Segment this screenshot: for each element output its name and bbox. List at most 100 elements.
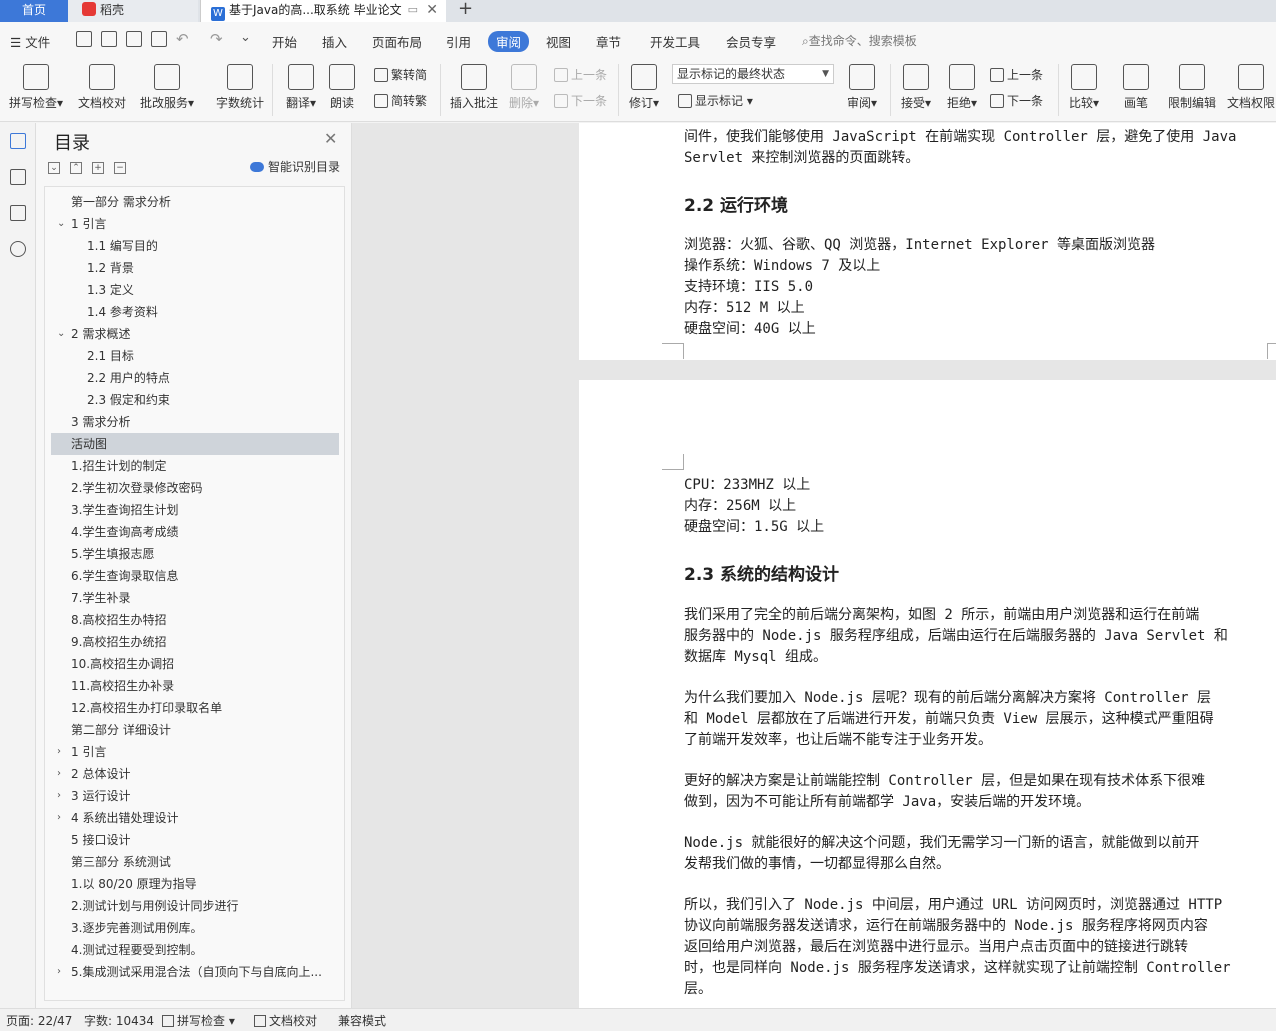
menu-member[interactable]: 会员专享	[726, 32, 776, 51]
toc-item[interactable]: 第一部分 需求分析	[51, 191, 339, 213]
pen-button[interactable]: 画笔	[1120, 62, 1152, 118]
tab-document[interactable]: W 基于Java的高...取系统 毕业论文 ▭ ✕	[200, 0, 446, 22]
toc-item[interactable]: 1.1 编写目的	[51, 235, 339, 257]
save-icon[interactable]	[76, 31, 92, 47]
status-doc-proof[interactable]: 文档校对	[254, 1012, 317, 1029]
close-icon[interactable]: ✕	[324, 129, 337, 148]
toc-item[interactable]: 2.学生初次登录修改密码	[51, 477, 339, 499]
navigation-panel-icon[interactable]	[10, 169, 26, 185]
toc-item[interactable]: › 1 引言	[51, 741, 339, 763]
print-preview-icon[interactable]	[151, 31, 167, 47]
track-changes-button[interactable]: 修订▾	[626, 62, 662, 118]
toc-item[interactable]: 第三部分 系统测试	[51, 851, 339, 873]
toc-item[interactable]: › 3 运行设计	[51, 785, 339, 807]
prev-comment-button[interactable]: 上一条	[554, 66, 607, 83]
chevron-down-icon[interactable]: ⌄	[57, 213, 65, 235]
chevron-right-icon[interactable]: ›	[57, 961, 61, 983]
menu-insert[interactable]: 插入	[322, 32, 347, 51]
markup-status-select[interactable]: 显示标记的最终状态 ▼	[672, 64, 834, 84]
prev-change-button[interactable]: 上一条	[990, 66, 1043, 83]
toc-item[interactable]: 3.学生查询招生计划	[51, 499, 339, 521]
chevron-down-icon[interactable]: ⌄	[57, 323, 65, 345]
tab-home[interactable]: 首页	[0, 0, 68, 22]
redo-icon[interactable]: ↷	[210, 30, 223, 48]
command-search[interactable]: ⌕查找命令、搜索模板	[802, 32, 917, 49]
search-icon[interactable]	[10, 241, 26, 257]
toc-item[interactable]: 2.测试计划与用例设计同步进行	[51, 895, 339, 917]
toc-item[interactable]: 1.3 定义	[51, 279, 339, 301]
monitor-icon[interactable]: ▭	[408, 0, 418, 20]
new-tab-button[interactable]: +	[458, 0, 473, 18]
insert-comment-button[interactable]: 插入批注	[448, 62, 500, 118]
accept-button[interactable]: 接受▾	[898, 62, 934, 118]
toc-item[interactable]: 2.3 假定和约束	[51, 389, 339, 411]
menu-developer[interactable]: 开发工具	[650, 32, 700, 51]
file-menu[interactable]: ☰ 文件	[10, 32, 50, 51]
toc-item[interactable]: 2.2 用户的特点	[51, 367, 339, 389]
toc-item[interactable]: › 2 总体设计	[51, 763, 339, 785]
print-icon[interactable]	[126, 31, 142, 47]
next-change-button[interactable]: 下一条	[990, 92, 1043, 109]
toc-item[interactable]: 3.逐步完善测试用例库。	[51, 917, 339, 939]
toc-item[interactable]: 1.4 参考资料	[51, 301, 339, 323]
toc-item[interactable]: 5 接口设计	[51, 829, 339, 851]
toc-item[interactable]: 10.高校招生办调招	[51, 653, 339, 675]
review-pane-button[interactable]: 审阅▾	[844, 62, 880, 118]
doc-proof-button[interactable]: 文档校对	[76, 62, 128, 118]
collapse-all-icon[interactable]: ⌃	[70, 162, 82, 174]
menu-section[interactable]: 章节	[596, 32, 621, 51]
toc-item[interactable]: 7.学生补录	[51, 587, 339, 609]
next-comment-button[interactable]: 下一条	[554, 92, 607, 109]
toc-item[interactable]: 1.招生计划的制定	[51, 455, 339, 477]
show-markup-button[interactable]: 显示标记 ▾	[678, 92, 753, 109]
toc-item[interactable]: 3 需求分析	[51, 411, 339, 433]
menu-page-layout[interactable]: 页面布局	[372, 32, 422, 51]
undo-icon[interactable]: ↶	[176, 30, 189, 48]
menu-view[interactable]: 视图	[546, 32, 571, 51]
add-heading-icon[interactable]: +	[92, 162, 104, 174]
simp-to-trad-button[interactable]: 简转繁	[374, 92, 427, 109]
status-spell-check[interactable]: 拼写检查 ▾	[162, 1012, 235, 1029]
chevron-right-icon[interactable]: ›	[57, 741, 61, 763]
menu-references[interactable]: 引用	[446, 32, 471, 51]
toc-item[interactable]: 1.2 背景	[51, 257, 339, 279]
close-tab-icon[interactable]: ✕	[426, 0, 438, 20]
toc-item[interactable]: › 4 系统出错处理设计	[51, 807, 339, 829]
page-indicator[interactable]: 页面: 22/47	[6, 1012, 72, 1029]
expand-all-icon[interactable]: ⌄	[48, 162, 60, 174]
spell-check-button[interactable]: 拼写检查▾	[6, 62, 66, 118]
toc-item[interactable]: ⌄ 1 引言	[51, 213, 339, 235]
chevron-right-icon[interactable]: ›	[57, 807, 61, 829]
export-pdf-icon[interactable]	[101, 31, 117, 47]
toc-panel-icon[interactable]	[10, 133, 26, 149]
read-aloud-button[interactable]: 朗读	[326, 62, 358, 118]
revise-service-button[interactable]: 批改服务▾	[136, 62, 198, 118]
toc-item[interactable]: 8.高校招生办特招	[51, 609, 339, 631]
toc-item[interactable]: 2.1 目标	[51, 345, 339, 367]
toc-item[interactable]: 4.学生查询高考成绩	[51, 521, 339, 543]
toc-item[interactable]: 活动图	[51, 433, 339, 455]
chevron-right-icon[interactable]: ›	[57, 763, 61, 785]
toc-item[interactable]: 5.学生填报志愿	[51, 543, 339, 565]
bookmark-icon[interactable]	[10, 205, 26, 221]
toc-item[interactable]: 11.高校招生办补录	[51, 675, 339, 697]
toc-item[interactable]: 6.学生查询录取信息	[51, 565, 339, 587]
delete-comment-button[interactable]: 删除▾	[506, 62, 542, 118]
remove-heading-icon[interactable]: −	[114, 162, 126, 174]
menu-start[interactable]: 开始	[272, 32, 297, 51]
toc-item[interactable]: 12.高校招生办打印录取名单	[51, 697, 339, 719]
reject-button[interactable]: 拒绝▾	[944, 62, 980, 118]
more-icon[interactable]: ⌄	[240, 30, 251, 45]
trad-to-simp-button[interactable]: 繁转简	[374, 66, 427, 83]
doc-permission-button[interactable]: 文档权限	[1226, 62, 1276, 118]
toc-item[interactable]: › 5.集成测试采用混合法（自顶向下与自底向上...	[51, 961, 339, 983]
toc-item[interactable]: 4.测试过程要受到控制。	[51, 939, 339, 961]
chevron-right-icon[interactable]: ›	[57, 785, 61, 807]
translate-button[interactable]: 翻译▾	[282, 62, 320, 118]
toc-item[interactable]: 1.以 80/20 原理为指导	[51, 873, 339, 895]
word-count-button[interactable]: 字数统计	[214, 62, 266, 118]
tab-daoke[interactable]: 稻壳	[68, 0, 198, 22]
toc-item[interactable]: 9.高校招生办统招	[51, 631, 339, 653]
toc-item[interactable]: 第二部分 详细设计	[51, 719, 339, 741]
word-count-indicator[interactable]: 字数: 10434	[84, 1012, 154, 1029]
